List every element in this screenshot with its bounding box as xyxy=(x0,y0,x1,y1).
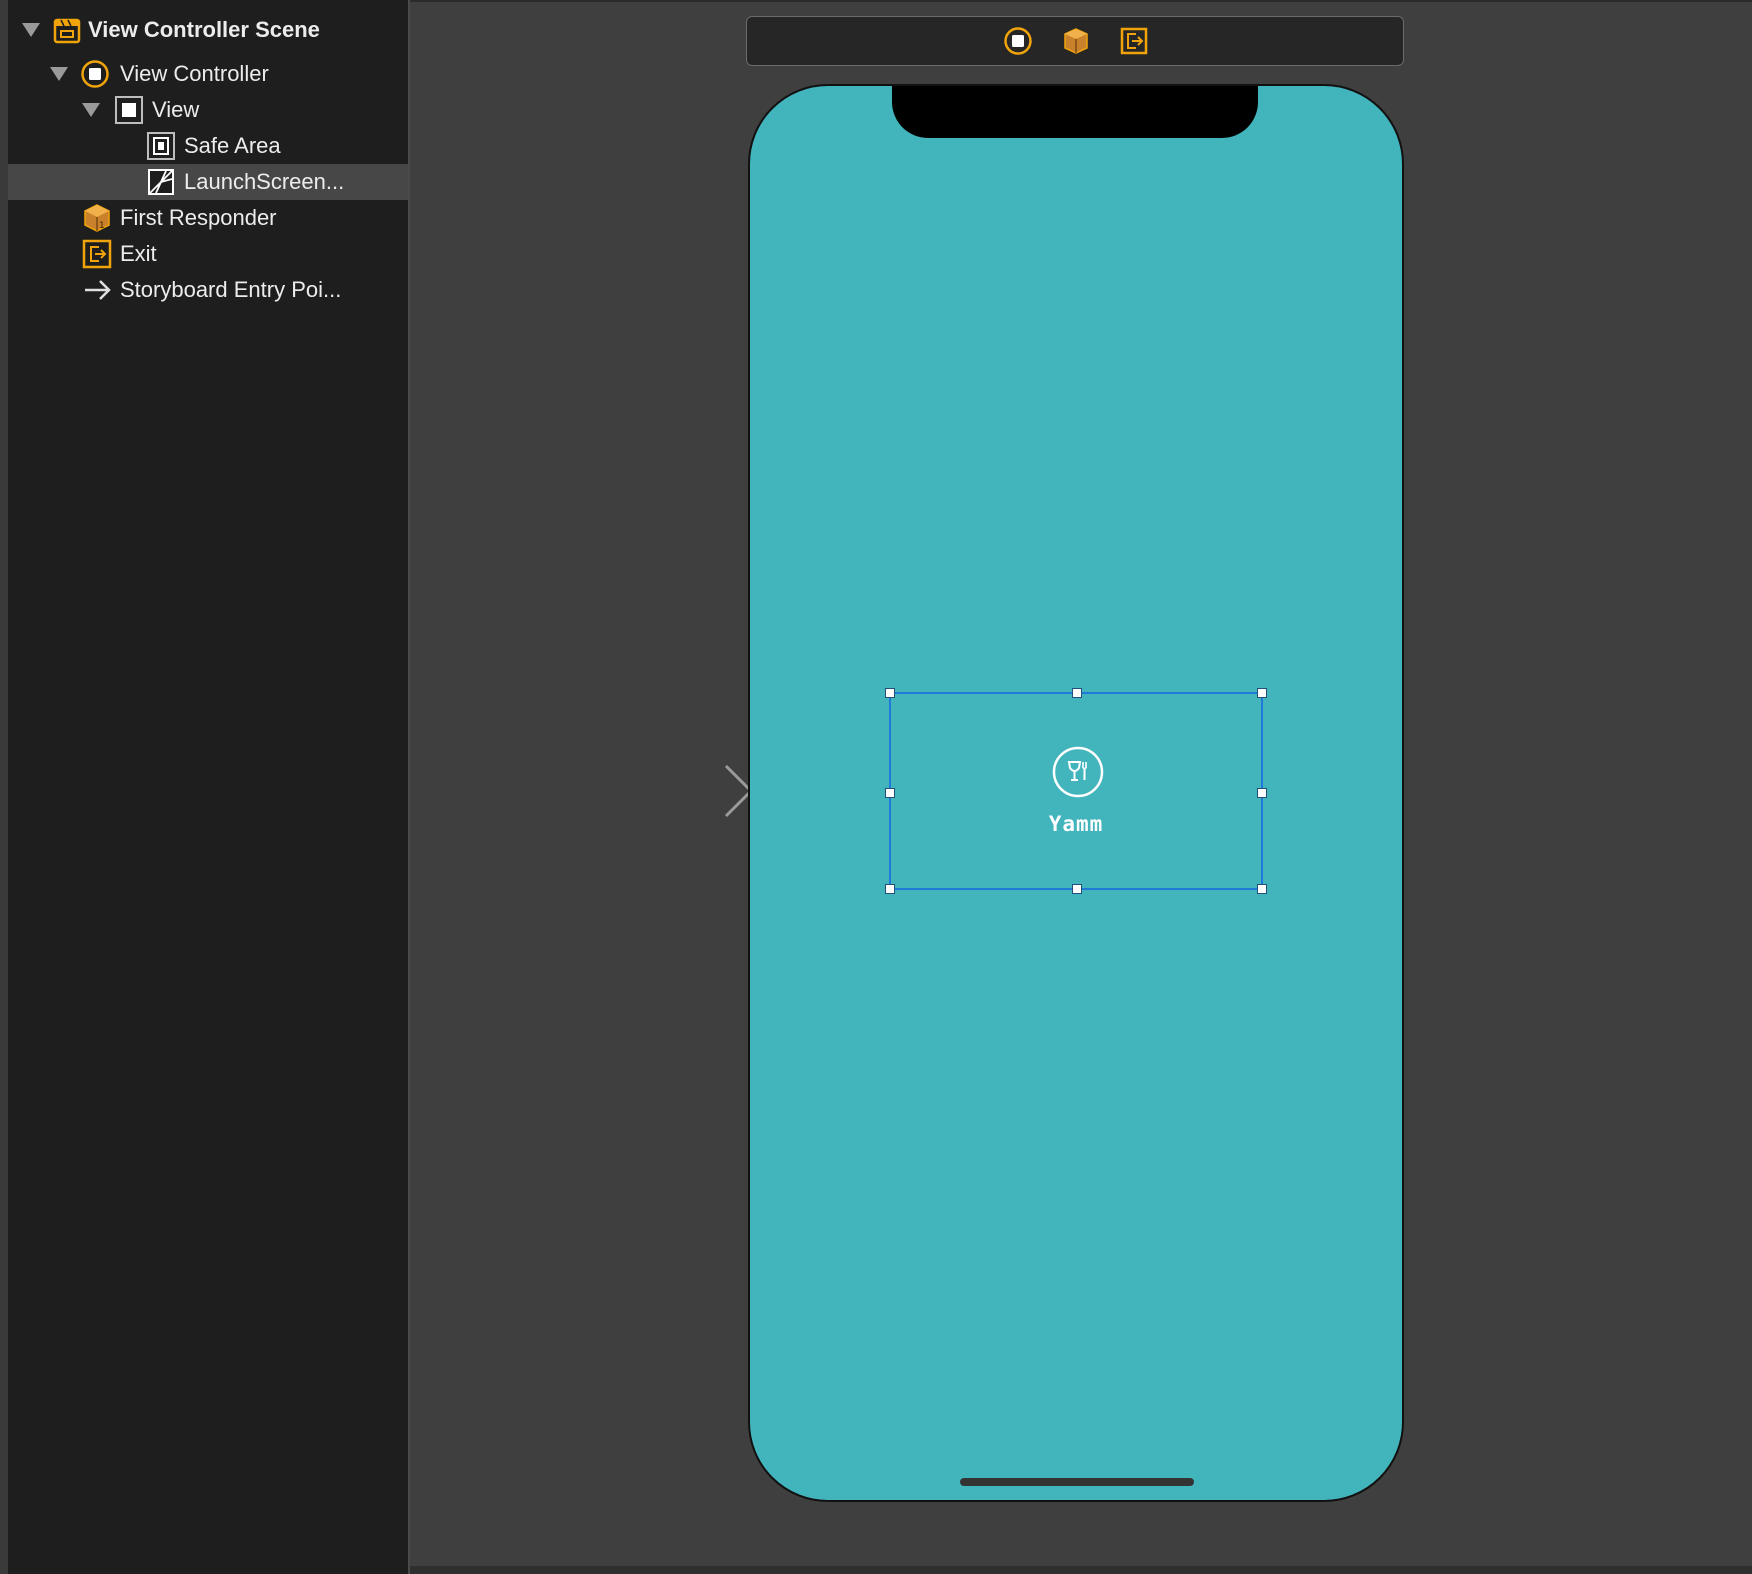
disclosure-triangle-icon[interactable] xyxy=(22,23,40,37)
resize-handle-bottom-left[interactable] xyxy=(885,884,895,894)
outline-row-safe-area[interactable]: Safe Area xyxy=(8,128,408,164)
outline-item-label: Exit xyxy=(120,241,157,266)
device-notch xyxy=(892,86,1258,138)
outline-row-view-controller[interactable]: View Controller xyxy=(8,56,408,92)
resize-handle-top-right[interactable] xyxy=(1257,688,1267,698)
resize-handle-top[interactable] xyxy=(1072,688,1082,698)
resize-handle-top-left[interactable] xyxy=(885,688,895,698)
outline-item-label: LaunchScreen... xyxy=(184,169,345,194)
exit-icon[interactable] xyxy=(1119,26,1149,56)
brand-name: Yamm xyxy=(1048,812,1104,836)
outline-item-label: First Responder xyxy=(120,205,277,230)
resize-handle-left[interactable] xyxy=(885,788,895,798)
resize-handle-right[interactable] xyxy=(1257,788,1267,798)
outline-row-scene[interactable]: View Controller Scene xyxy=(8,12,408,48)
device-frame[interactable]: Yamm xyxy=(748,84,1404,1502)
resize-handle-bottom[interactable] xyxy=(1072,884,1082,894)
safe-area-icon xyxy=(146,131,176,161)
disclosure-triangle-icon[interactable] xyxy=(82,103,100,117)
wine-glass-fork-icon xyxy=(1052,746,1104,798)
scene-dock xyxy=(746,16,1404,66)
storyboard-entry-arrow[interactable] xyxy=(590,760,760,820)
canvas-top-border xyxy=(410,0,1752,2)
outline-item-label: View Controller Scene xyxy=(88,17,320,42)
outline-row-exit[interactable]: Exit xyxy=(8,236,408,272)
canvas-bottom-border xyxy=(410,1566,1752,1574)
launch-screen-image-view[interactable]: Yamm xyxy=(885,688,1267,894)
outline-row-launch-screen-image[interactable]: LaunchScreen... xyxy=(8,164,408,200)
first-responder-icon: 1 xyxy=(82,203,112,233)
scene-icon xyxy=(52,15,82,45)
image-view-icon xyxy=(146,167,176,197)
storyboard-canvas[interactable]: Yamm xyxy=(410,0,1752,1574)
arrow-right-icon xyxy=(82,275,112,305)
resize-handle-bottom-right[interactable] xyxy=(1257,884,1267,894)
exit-icon xyxy=(82,239,112,269)
outline-item-label: Safe Area xyxy=(184,133,281,158)
outline-row-storyboard-entry-point[interactable]: Storyboard Entry Poi... xyxy=(8,272,408,308)
outline-item-label: View Controller xyxy=(120,61,269,86)
outline-row-first-responder[interactable]: 1 First Responder xyxy=(8,200,408,236)
outline-edge xyxy=(0,0,8,1574)
outline-item-label: View xyxy=(152,97,200,122)
view-controller-icon xyxy=(80,59,110,89)
document-outline: View Controller Scene View Controller Vi… xyxy=(0,0,410,1574)
view-controller-icon[interactable] xyxy=(1003,26,1033,56)
home-indicator xyxy=(960,1478,1194,1486)
outline-row-view[interactable]: View xyxy=(8,92,408,128)
first-responder-icon[interactable] xyxy=(1061,26,1091,56)
svg-text:1: 1 xyxy=(99,221,105,231)
disclosure-triangle-icon[interactable] xyxy=(50,67,68,81)
outline-item-label: Storyboard Entry Poi... xyxy=(120,277,342,302)
view-icon xyxy=(114,95,144,125)
